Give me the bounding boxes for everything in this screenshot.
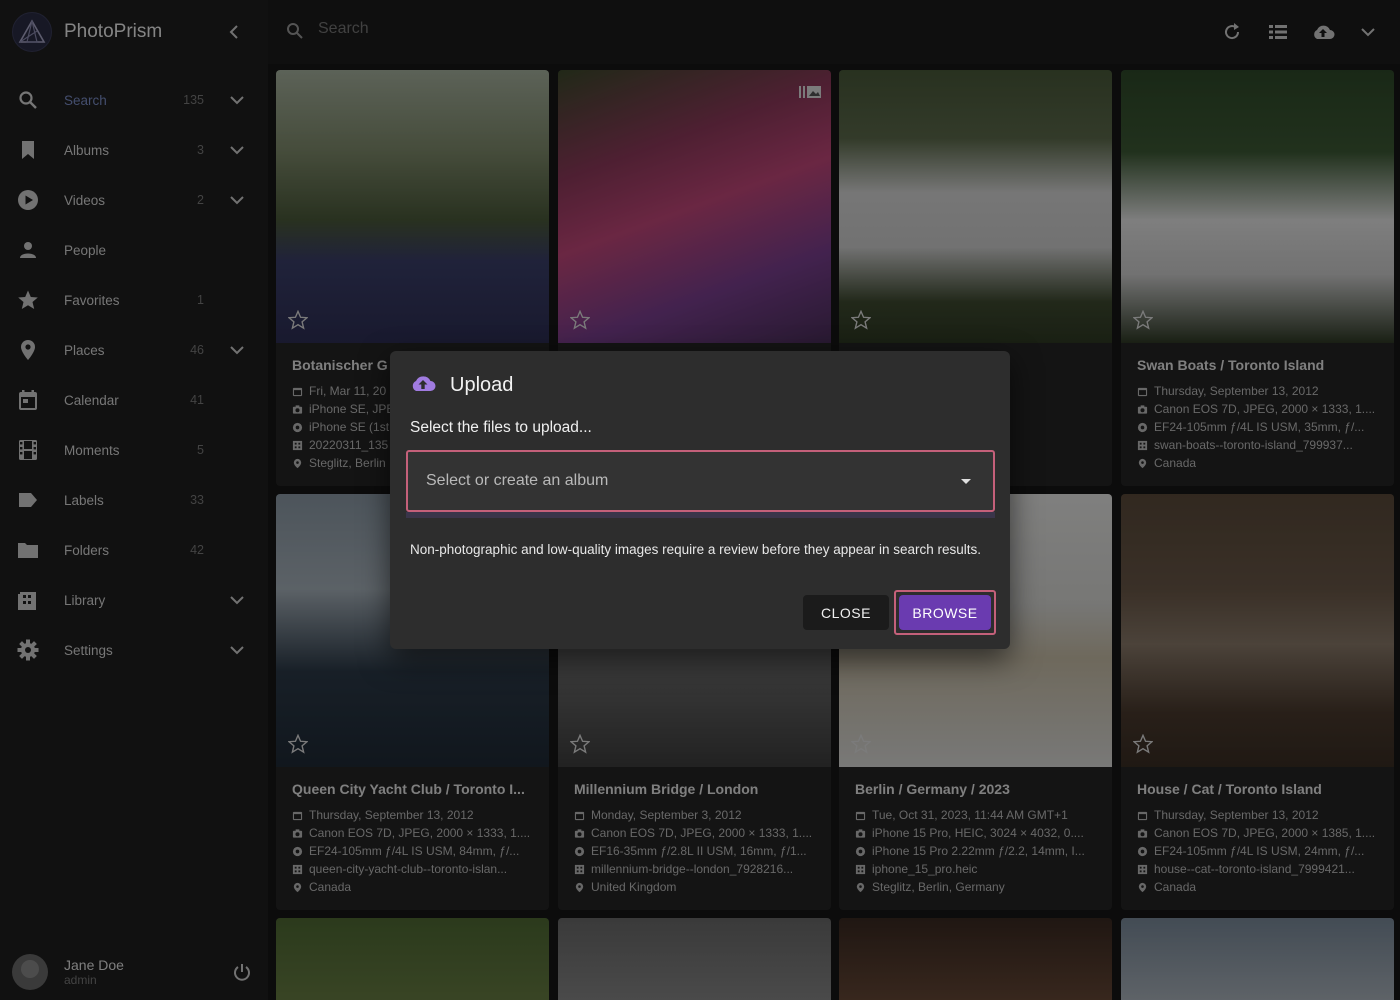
browse-button[interactable]: BROWSE — [899, 595, 991, 630]
upload-dialog: Upload Select the files to upload... Sel… — [390, 351, 1010, 649]
cloud-upload-icon — [410, 373, 436, 398]
close-button[interactable]: CLOSE — [803, 595, 889, 630]
album-select[interactable]: Select or create an album — [406, 450, 995, 512]
dialog-subtitle: Select the files to upload... — [410, 419, 592, 436]
album-select-placeholder: Select or create an album — [426, 472, 609, 489]
dialog-title: Upload — [450, 374, 514, 396]
caret-down-icon — [961, 479, 971, 484]
modal-scrim-sidebar — [0, 0, 268, 1000]
review-note: Non-photographic and low-quality images … — [410, 542, 982, 557]
album-select-underline — [406, 512, 995, 518]
